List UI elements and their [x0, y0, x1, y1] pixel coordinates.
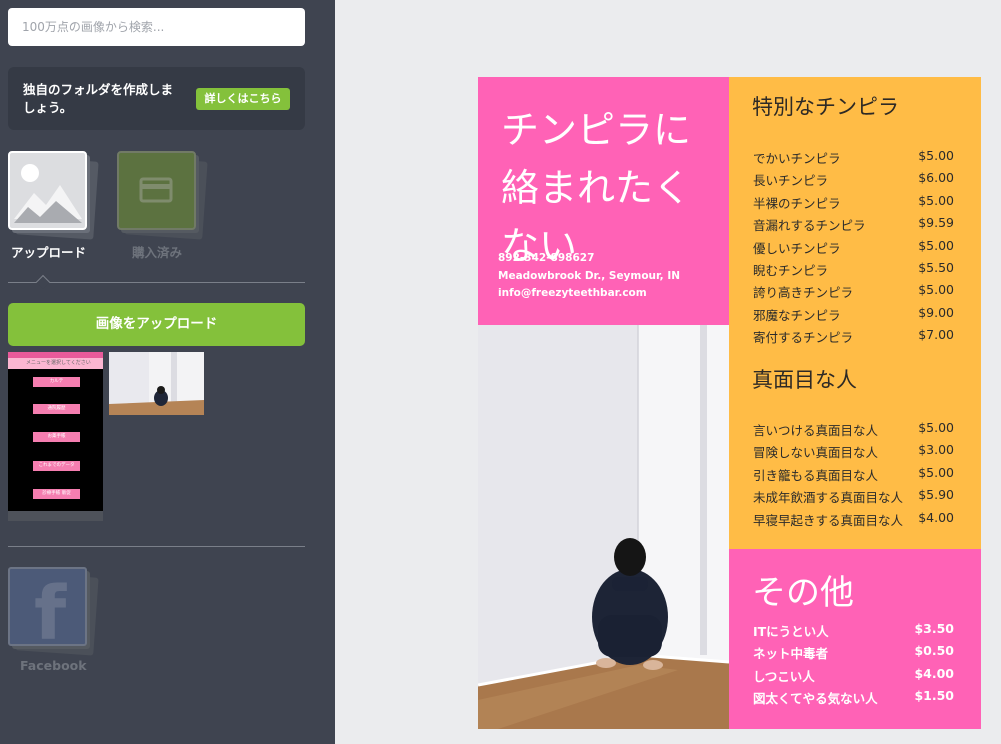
- thumb-menu-button: これまでのデータ: [33, 461, 80, 471]
- uploaded-image-thumbnail[interactable]: メニューを選択してください カルテ 通院履歴 お薬手帳 これまでのデータ 診療手…: [8, 352, 103, 521]
- thumb-menu-button: 診療手帳 販促: [33, 489, 80, 499]
- menu-item[interactable]: 言いつける真面目な人 $5.00: [753, 420, 954, 442]
- active-tab-caret: [35, 274, 51, 290]
- facebook-glyph: f: [34, 571, 67, 646]
- thumb-footer: [8, 511, 103, 521]
- learn-more-button[interactable]: 詳しくはこちら: [196, 88, 290, 110]
- menu-item[interactable]: でかいチンピラ $5.00: [753, 148, 954, 170]
- menu-item[interactable]: 引き籠もる真面目な人 $5.00: [753, 465, 954, 487]
- headline-panel[interactable]: チンピラに絡まれたくない 892-342-898627 Meadowbrook …: [478, 77, 729, 325]
- thumb-menu-button: お薬手帳: [33, 432, 80, 442]
- tab-purchased[interactable]: 購入済み: [117, 151, 208, 261]
- menu-item[interactable]: 寄付するチンピラ $7.00: [753, 327, 954, 349]
- menu-item[interactable]: 冒険しない真面目な人 $3.00: [753, 442, 954, 464]
- address-text[interactable]: Meadowbrook Dr., Seymour, IN: [498, 270, 680, 282]
- sidebar: 独自のフォルダを作成しましょう。 詳しくはこちら アップロード: [0, 0, 335, 744]
- divider: [8, 282, 305, 283]
- menu-list-special: でかいチンピラ $5.00 長いチンピラ $6.00 半裸のチンピラ $5.00 音漏…: [753, 148, 954, 350]
- folder-promo-text: 独自のフォルダを作成しましょう。: [23, 82, 174, 115]
- credit-card-icon: [117, 151, 208, 243]
- menu-item[interactable]: 誇り高きチンピラ $5.00: [753, 282, 954, 304]
- tab-facebook[interactable]: f Facebook: [8, 567, 99, 677]
- menu-item[interactable]: 邪魔なチンピラ $9.00: [753, 305, 954, 327]
- menu-item[interactable]: 優しいチンピラ $5.00: [753, 238, 954, 260]
- menu-item[interactable]: 音漏れするチンピラ $9.59: [753, 215, 954, 237]
- tab-upload-label: アップロード: [11, 245, 87, 260]
- section-title-serious[interactable]: 真面目な人: [752, 364, 857, 394]
- menu-item[interactable]: 半裸のチンピラ $5.00: [753, 193, 954, 215]
- search-input[interactable]: [8, 8, 305, 46]
- thumb-menu-button: 通院履歴: [33, 404, 80, 414]
- menu-item[interactable]: 睨むチンピラ $5.50: [753, 260, 954, 282]
- menu-item[interactable]: 未成年飲酒する真面目な人 $5.90: [753, 487, 954, 509]
- uploaded-image-thumbnail[interactable]: [109, 352, 204, 415]
- menu-panel[interactable]: 特別なチンピラ でかいチンピラ $5.00 長いチンピラ $6.00 半裸のチンピラ…: [729, 77, 981, 549]
- facebook-icon: f: [8, 567, 99, 659]
- email-text[interactable]: info@freezyteethbar.com: [498, 287, 647, 299]
- thumb-menu-button: カルテ: [33, 377, 80, 387]
- tab-upload[interactable]: アップロード: [8, 151, 99, 261]
- menu-item[interactable]: ITにうとい人 $3.50: [753, 621, 954, 643]
- tab-purchased-label: 購入済み: [132, 245, 183, 260]
- menu-item[interactable]: 長いチンピラ $6.00: [753, 170, 954, 192]
- phone-text[interactable]: 892-342-898627: [498, 252, 594, 264]
- section-title-special[interactable]: 特別なチンピラ: [752, 91, 899, 121]
- thumb-header: メニューを選択してください: [8, 358, 103, 369]
- menu-item[interactable]: 早寝早起きする真面目な人 $4.00: [753, 510, 954, 532]
- menu-list-serious: 言いつける真面目な人 $5.00 冒険しない真面目な人 $3.00 引き籠もる真面目…: [753, 420, 954, 532]
- upload-image-button[interactable]: 画像をアップロード: [8, 303, 305, 346]
- design-canvas[interactable]: チンピラに絡まれたくない 892-342-898627 Meadowbrook …: [478, 77, 981, 729]
- headline-text[interactable]: チンピラに絡まれたくない: [501, 101, 716, 275]
- menu-item[interactable]: しつこい人 $4.00: [753, 666, 954, 688]
- flyer-photo[interactable]: [478, 325, 729, 729]
- menu-list-other: ITにうとい人 $3.50 ネット中毒者 $0.50 しつこい人 $4.00 図太くて…: [753, 621, 954, 711]
- tab-facebook-label: Facebook: [20, 658, 87, 673]
- folder-promo-card: 独自のフォルダを作成しましょう。 詳しくはこちら: [8, 67, 305, 130]
- divider: [8, 546, 305, 547]
- section-title-other[interactable]: その他: [752, 565, 854, 614]
- menu-item[interactable]: 図太くてやる気ない人 $1.50: [753, 688, 954, 710]
- other-panel[interactable]: その他 ITにうとい人 $3.50 ネット中毒者 $0.50 しつこい人 $4.00 …: [729, 549, 981, 729]
- menu-item[interactable]: ネット中毒者 $0.50: [753, 643, 954, 665]
- image-placeholder-icon: [8, 151, 99, 243]
